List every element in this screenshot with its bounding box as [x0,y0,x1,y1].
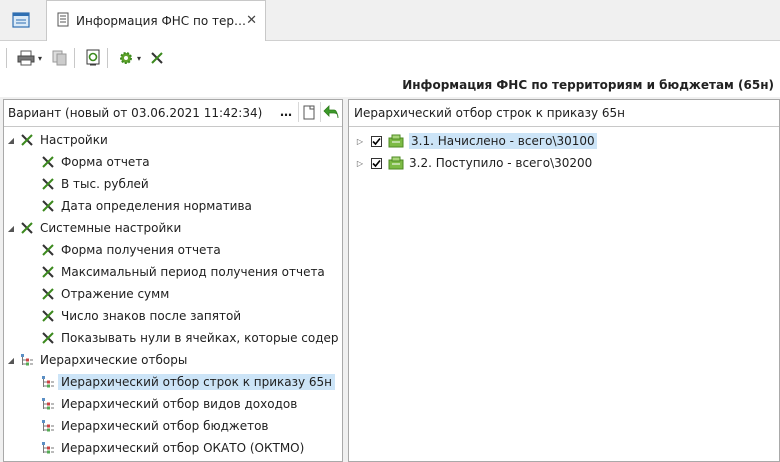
chevron-down-icon[interactable]: ▾ [137,54,141,63]
item-checkbox[interactable] [371,157,382,169]
tools-icon [40,308,56,324]
variant-label: Вариант (новый от 03.06.2021 11:42:34) [8,106,263,120]
tree-node-label: Отражение сумм [61,287,170,301]
back-arrow-icon [323,105,339,119]
tree-node-label: Иерархический отбор бюджетов [61,419,269,433]
folder-icon [388,155,404,171]
toolbar-separator [107,48,109,68]
tree-node-filter-income[interactable]: Иерархический отбор видов доходов [40,393,297,415]
tree-node-decimals[interactable]: Число знаков после запятой [40,305,241,327]
tree-node-receive-form[interactable]: Форма получения отчета [40,239,221,261]
tree-node-norm-date[interactable]: Дата определения норматива [40,195,252,217]
print-button[interactable]: ▾ [17,46,42,70]
gear-icon [120,52,133,64]
hierarchy-icon [40,374,56,390]
document-refresh-icon [86,49,100,66]
filter-panel: Иерархический отбор строк к приказу 65н … [348,99,780,462]
close-icon[interactable]: ✕ [246,13,257,28]
tree-node-label: Настройки [40,133,108,147]
filter-item-label: 3.2. Поступило - всего\30200 [409,156,593,170]
tree-node-label: Системные настройки [40,221,182,235]
tree-node-label: Дата определения норматива [61,199,252,213]
tree-node-show-zeros[interactable]: Показывать нули в ячейках, которые содер [40,327,339,349]
copy-icon [52,50,67,66]
settings-panel: Вариант (новый от 03.06.2021 11:42:34) …… [3,99,343,462]
tools-button[interactable] [149,46,165,70]
filter-panel-header: Иерархический отбор строк к приказу 65н [349,100,779,127]
tree-node-label: Иерархический отбор видов доходов [61,397,298,411]
tree-node-filter-budgets[interactable]: Иерархический отбор бюджетов [40,415,268,437]
tools-icon [40,176,56,192]
back-button[interactable] [320,102,341,122]
home-tab[interactable] [0,0,42,40]
hierarchy-icon [40,396,56,412]
item-checkbox[interactable] [371,135,382,147]
tree-node-hierarchical-filters[interactable]: ◢ Иерархические отборы [6,349,187,371]
toolbar-separator [74,48,76,68]
tree-node-label: Иерархический отбор ОКАТО (ОКТМО) [61,441,305,455]
ellipsis-icon: … [280,105,292,119]
tools-icon [40,154,56,170]
tree-node-label: Показывать нули в ячейках, которые содер [61,331,339,345]
folder-icon [388,133,404,149]
tree-node-settings[interactable]: ◢ Настройки [6,129,108,151]
tree-node-report-form[interactable]: Форма отчета [40,151,150,173]
tree-node-label: Форма отчета [61,155,150,169]
tools-icon [40,242,56,258]
filter-panel-title: Иерархический отбор строк к приказу 65н [354,106,626,120]
tools-icon [40,330,56,346]
tree-node-max-period[interactable]: Максимальный период получения отчета [40,261,325,283]
tree-node-label: Максимальный период получения отчета [61,265,325,279]
tree-node-label: Иерархический отбор строк к приказу 65н [58,374,336,390]
tree-node-filter-65n[interactable]: Иерархический отбор строк к приказу 65н [40,371,336,393]
filter-item[interactable]: ▷ 3.1. Начислено - всего\30100 [355,131,597,151]
tab-title: Информация ФНС по тер… [76,14,246,28]
filter-item-label: 3.1. Начислено - всего\30100 [409,133,597,149]
tools-icon [40,264,56,280]
more-button[interactable]: … [276,102,296,122]
tools-icon [19,132,35,148]
settings-button[interactable]: ▾ [118,46,141,70]
collapse-icon[interactable]: ◢ [6,224,16,233]
document-icon [303,105,315,119]
tree-node-label: Форма получения отчета [61,243,221,257]
toolbar: ▾ ▾ [0,41,780,75]
tree-node-label: В тыс. рублей [61,177,149,191]
collapse-icon[interactable]: ◢ [6,356,16,365]
copy-button[interactable] [52,46,68,70]
tools-icon [40,286,56,302]
variant-bar: Вариант (новый от 03.06.2021 11:42:34) … [4,100,342,127]
document-icon [57,12,69,30]
toolbar-grip [6,48,7,68]
hierarchy-icon [40,440,56,456]
tree-node-label: Число знаков после запятой [61,309,242,323]
new-variant-button[interactable] [298,102,319,122]
tree-node-label: Иерархические отборы [40,353,188,367]
page-title: Информация ФНС по территориям и бюджетам… [402,78,774,92]
expand-icon[interactable]: ▷ [355,137,365,146]
printer-icon [17,50,35,66]
tools-icon [151,52,163,64]
hierarchy-icon [19,352,35,368]
tree-node-sum-display[interactable]: Отражение сумм [40,283,169,305]
tree-node-system-settings[interactable]: ◢ Системные настройки [6,217,181,239]
tab-report[interactable]: Информация ФНС по тер… ✕ [46,0,266,41]
tree-node-thousands[interactable]: В тыс. рублей [40,173,149,195]
page-header: Информация ФНС по территориям и бюджетам… [0,75,780,97]
collapse-icon[interactable]: ◢ [6,136,16,145]
tools-icon [40,198,56,214]
hierarchy-icon [40,418,56,434]
tools-icon [19,220,35,236]
filter-item[interactable]: ▷ 3.2. Поступило - всего\30200 [355,153,592,173]
checkmark-icon [372,137,381,145]
expand-icon[interactable]: ▷ [355,159,365,168]
refresh-document-button[interactable] [85,46,101,70]
tab-bar: Информация ФНС по тер… ✕ [0,0,780,41]
tree-node-filter-okato[interactable]: Иерархический отбор ОКАТО (ОКТМО) [40,437,304,459]
checkmark-icon [372,159,381,167]
window-icon [12,12,30,28]
chevron-down-icon[interactable]: ▾ [38,54,42,63]
